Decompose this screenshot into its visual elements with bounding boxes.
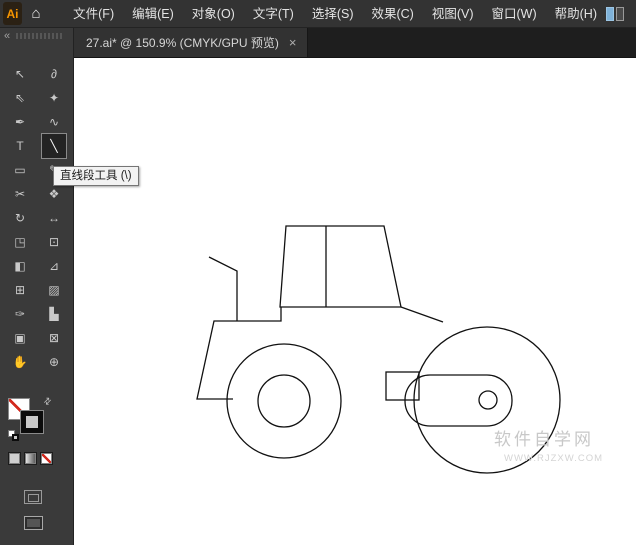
menu-help[interactable]: 帮助(H)	[546, 0, 606, 28]
color-button[interactable]	[8, 452, 21, 465]
menu-view[interactable]: 视图(V)	[423, 0, 483, 28]
scissors-tool[interactable]: ✂	[8, 182, 32, 206]
menu-window[interactable]: 窗口(W)	[483, 0, 546, 28]
menu-effect[interactable]: 效果(C)	[362, 0, 422, 28]
menu-type[interactable]: 文字(T)	[244, 0, 303, 28]
gradient-tool[interactable]: ▨	[42, 278, 66, 302]
hand-tool[interactable]: ✋	[8, 350, 32, 374]
roller-hub	[479, 391, 497, 409]
panel-drag-grip[interactable]	[16, 33, 63, 39]
fill-stroke-control: ⇄	[8, 398, 52, 444]
rectangle-tool[interactable]: ▭	[8, 158, 32, 182]
perspective-grid-tool[interactable]: ⊿	[42, 254, 66, 278]
zoom-tool[interactable]: ⊕	[42, 350, 66, 374]
roller-tractor-drawing	[74, 58, 636, 545]
rear-wheel-outer	[227, 344, 341, 458]
screen-mode-icon[interactable]	[24, 516, 43, 530]
line-segment-tool[interactable]: ╲	[42, 134, 66, 158]
menu-edit[interactable]: 编辑(E)	[123, 0, 183, 28]
workspace-switcher-icon[interactable]	[606, 7, 624, 21]
home-icon[interactable]: ⌂	[22, 0, 50, 28]
menu-bar: Ai ⌂ 文件(F) 编辑(E) 对象(O) 文字(T) 选择(S) 效果(C)…	[0, 0, 636, 28]
watermark-text: 软件自学网	[494, 425, 594, 450]
watermark-url: WWW.RJZXW.COM	[504, 453, 603, 464]
canvas-area[interactable]: 软件自学网 WWW.RJZXW.COM	[74, 58, 636, 545]
stroke-swatch-black[interactable]	[21, 411, 43, 433]
hood-line	[401, 307, 443, 322]
pen-tool[interactable]: ✒	[8, 110, 32, 134]
document-tab-strip: 27.ai* @ 150.9% (CMYK/GPU 预览) ×	[74, 28, 636, 58]
document-tab[interactable]: 27.ai* @ 150.9% (CMYK/GPU 预览) ×	[74, 28, 308, 57]
default-stroke-icon	[12, 434, 19, 441]
selection-tool[interactable]: ↖	[8, 62, 32, 86]
illustrator-window: Ai ⌂ 文件(F) 编辑(E) 对象(O) 文字(T) 选择(S) 效果(C)…	[0, 0, 636, 545]
none-button[interactable]	[40, 452, 53, 465]
swap-fill-stroke-icon[interactable]: ⇄	[41, 395, 54, 408]
lasso-tool[interactable]: ∂	[42, 62, 66, 86]
menu-object[interactable]: 对象(O)	[183, 0, 244, 28]
curvature-tool[interactable]: ∿	[42, 110, 66, 134]
document-tab-title: 27.ai* @ 150.9% (CMYK/GPU 预览)	[86, 34, 279, 51]
type-tool[interactable]: T	[8, 134, 32, 158]
default-fill-stroke-icon[interactable]	[8, 430, 20, 442]
graph-tool[interactable]: ▙	[42, 302, 66, 326]
draw-mode-icon[interactable]	[24, 490, 42, 504]
app-logo-icon[interactable]: Ai	[3, 2, 22, 25]
collapse-panel-icon[interactable]: «	[4, 28, 10, 44]
menu-select[interactable]: 选择(S)	[303, 0, 363, 28]
slice-tool[interactable]: ⊠	[42, 326, 66, 350]
shape-builder-tool[interactable]: ◧	[8, 254, 32, 278]
tools-panel: « ↖ ∂ ⇖ ✦ ✒ ∿ T ╲ ▭ ✎ ✂ ❖ ↻ ↔ ◳ ⊡ ◧ ⊿ ⊞ …	[0, 28, 74, 545]
free-transform-tool[interactable]: ⊡	[42, 230, 66, 254]
width-tool[interactable]: ↔	[42, 206, 66, 230]
tool-grid: ↖ ∂ ⇖ ✦ ✒ ∿ T ╲ ▭ ✎ ✂ ❖ ↻ ↔ ◳ ⊡ ◧ ⊿ ⊞ ▨ …	[8, 62, 66, 374]
color-mode-buttons	[8, 452, 53, 465]
eyedropper-tool[interactable]: ✑	[8, 302, 32, 326]
scale-tool[interactable]: ◳	[8, 230, 32, 254]
tools-panel-header: «	[0, 28, 73, 44]
gradient-button[interactable]	[24, 452, 37, 465]
workspace-icon-right	[616, 7, 624, 21]
body-outline	[197, 307, 281, 399]
magic-wand-tool[interactable]: ✦	[42, 86, 66, 110]
rear-wheel-inner	[258, 375, 310, 427]
tab-close-icon[interactable]: ×	[289, 36, 297, 49]
cab-outline	[280, 226, 401, 307]
artboard-tool[interactable]: ▣	[8, 326, 32, 350]
roller-drum	[414, 327, 560, 473]
exhaust-pipe	[209, 257, 237, 321]
menu-file[interactable]: 文件(F)	[64, 0, 123, 28]
menu-list: 文件(F) 编辑(E) 对象(O) 文字(T) 选择(S) 效果(C) 视图(V…	[64, 0, 606, 28]
roller-frame	[405, 375, 512, 426]
direct-selection-tool[interactable]: ⇖	[8, 86, 32, 110]
tool-tooltip: 直线段工具 (\)	[53, 166, 139, 186]
workspace-icon-left	[606, 7, 614, 21]
mesh-tool[interactable]: ⊞	[8, 278, 32, 302]
rotate-tool[interactable]: ↻	[8, 206, 32, 230]
